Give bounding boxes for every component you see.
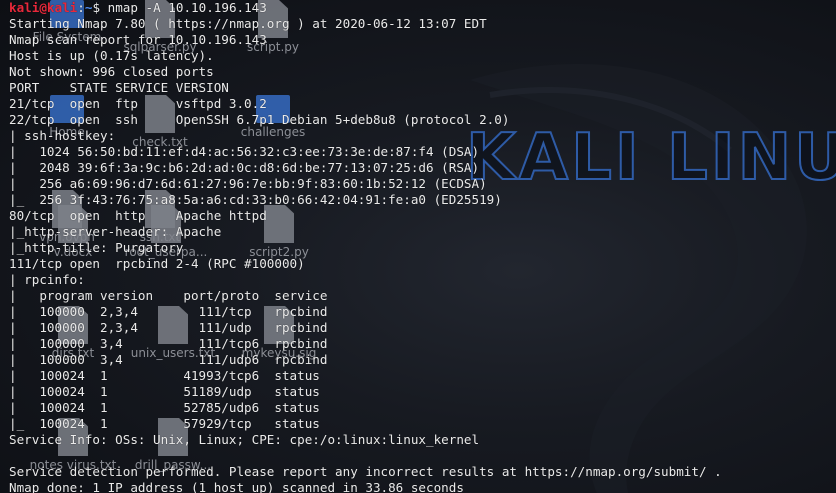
terminal-output-line: Nmap done: 1 IP address (1 host up) scan…	[9, 480, 464, 493]
terminal-output-line: | 100000 2,3,4 111/tcp rpcbind	[9, 304, 328, 319]
terminal-output-line: | 100000 2,3,4 111/udp rpcbind	[9, 320, 328, 335]
terminal-output-line: | 2048 39:6f:3a:9c:b6:2d:ad:0c:d8:6d:be:…	[9, 160, 480, 175]
terminal-output-line: PORT STATE SERVICE VERSION	[9, 80, 229, 95]
prompt-command: nmap -A 10.10.196.143	[107, 0, 267, 15]
prompt-user: kali@kali	[9, 0, 78, 15]
terminal-output-line: | 100024 1 41993/tcp6 status	[9, 368, 320, 383]
terminal-output-line: |_ 256 3f:43:76:75:a8:5a:a6:cd:33:b0:66:…	[9, 192, 502, 207]
terminal-output-line: Nmap scan report for 10.10.196.143	[9, 32, 267, 47]
terminal-output-line: | 100000 3,4 111/tcp6 rpcbind	[9, 336, 328, 351]
terminal-output-line: |_http-server-header: Apache	[9, 224, 222, 239]
prompt-separator: :	[77, 0, 85, 15]
terminal-output-line	[9, 448, 836, 464]
terminal-output-line: | 100024 1 52785/udp6 status	[9, 400, 320, 415]
terminal-output-line: | program version port/proto service	[9, 288, 328, 303]
desktop: KALI LINUX File System Home sqlparser.py…	[0, 0, 836, 493]
terminal-output-line: | ssh-hostkey:	[9, 128, 123, 143]
terminal-output-line: Not shown: 996 closed ports	[9, 64, 214, 79]
terminal-output-line: | 100000 3,4 111/udp6 rpcbind	[9, 352, 328, 367]
terminal-output-line: Service Info: OSs: Unix, Linux; CPE: cpe…	[9, 432, 480, 447]
terminal-output-line: 21/tcp open ftp vsftpd 3.0.2	[9, 96, 267, 111]
terminal-output-line: Service detection performed. Please repo…	[9, 464, 722, 479]
terminal-output-line: | 256 a6:69:96:d7:6d:61:27:96:7e:bb:9f:8…	[9, 176, 487, 191]
terminal-output-line: | 1024 56:50:bd:11:ef:d4:ac:56:32:c3:ee:…	[9, 144, 480, 159]
terminal-output-line: Starting Nmap 7.80 ( https://nmap.org ) …	[9, 16, 487, 31]
terminal-output-line: |_http-title: Purgatory	[9, 240, 184, 255]
terminal-output-line: 111/tcp open rpcbind 2-4 (RPC #100000)	[9, 256, 305, 271]
prompt-symbol: $	[92, 0, 101, 15]
terminal-output-line: |_ 100024 1 57929/tcp status	[9, 416, 320, 431]
terminal-window[interactable]: kali@kali:~$ nmap -A 10.10.196.143 Start…	[0, 0, 836, 493]
terminal-output-line: Host is up (0.17s latency).	[9, 48, 214, 63]
terminal-output-line: 80/tcp open http Apache httpd	[9, 208, 267, 223]
terminal-output-line: | 100024 1 51189/udp status	[9, 384, 320, 399]
terminal-output-line: | rpcinfo:	[9, 272, 93, 287]
terminal-prompt-line: kali@kali:~$ nmap -A 10.10.196.143	[9, 0, 836, 16]
terminal-output-line: 22/tcp open ssh OpenSSH 6.7p1 Debian 5+d…	[9, 112, 510, 127]
